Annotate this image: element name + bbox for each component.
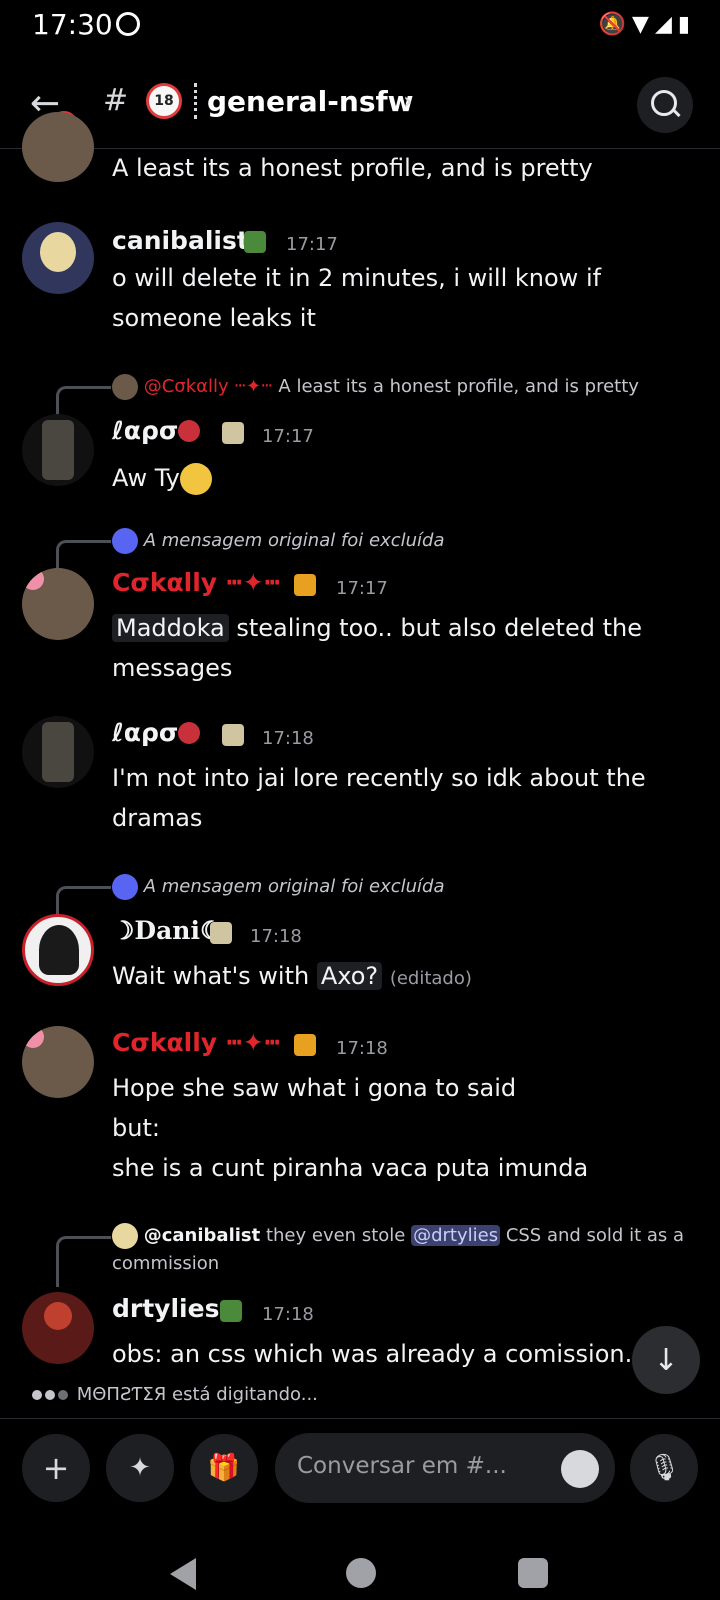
reply-connector (56, 886, 111, 917)
scroll-to-bottom-button[interactable]: ↓ (632, 1326, 700, 1394)
channel-hash-icon: # (103, 83, 129, 118)
avatar[interactable] (22, 568, 94, 640)
arrow-down-icon: ↓ (653, 1342, 679, 1378)
gift-button[interactable]: 🎁 (190, 1434, 258, 1502)
message-input-placeholder: Conversar em #... (297, 1453, 507, 1479)
reply-username: @Cσkαlly ⵈ✦ⵈ (143, 376, 273, 397)
divider (0, 1418, 720, 1419)
voice-message-button[interactable]: 🎙 (630, 1434, 698, 1502)
plus-icon: + (42, 1449, 70, 1487)
username[interactable]: Cσkαlly ⵈ✦ⵈ (112, 1028, 281, 1057)
avatar[interactable] (22, 1292, 94, 1364)
message-input[interactable]: Conversar em #... (275, 1433, 615, 1503)
apps-icon: ✦ (129, 1453, 151, 1483)
message-text: I'm not into jai lore recently so idk ab… (112, 764, 646, 792)
status-icons: 🔕▼◢▮ (598, 12, 696, 37)
apps-button[interactable]: ✦ (106, 1434, 174, 1502)
message-text: someone leaks it (112, 304, 316, 332)
timestamp: 17:18 (250, 926, 302, 947)
android-nav-bar (0, 1520, 720, 1600)
heart-emoji-icon (178, 722, 200, 744)
message-text: o will delete it in 2 minutes, i will kn… (112, 264, 602, 292)
avatar[interactable] (22, 914, 94, 986)
divider (194, 83, 200, 119)
avatar[interactable] (22, 222, 94, 294)
nav-back-icon[interactable] (170, 1558, 196, 1590)
cat-emoji-icon (222, 422, 244, 444)
status-time: 17:30 (32, 8, 113, 41)
avatar[interactable] (22, 1026, 94, 1098)
username[interactable]: ℓαρσ (112, 718, 178, 747)
inline-code: Maddoka (112, 614, 229, 642)
timestamp: 17:17 (286, 234, 338, 255)
channel-header: ← 3 # 18 general-nsfw › (0, 55, 720, 149)
username[interactable]: drtylies (112, 1294, 219, 1323)
gift-icon: 🎁 (207, 1453, 241, 1483)
status-bar: 17:30 🔕▼◢▮ (0, 0, 720, 50)
cat-emoji-icon (294, 574, 316, 596)
avatar[interactable] (22, 112, 94, 182)
cat-emoji-icon (210, 922, 232, 944)
nav-home-icon[interactable] (346, 1558, 376, 1588)
typing-indicator: MΘПƧƬΣЯ está digitando... (32, 1384, 318, 1405)
message-text: dramas (112, 804, 203, 832)
user-mention[interactable]: @drtylies (411, 1225, 501, 1246)
timestamp: 17:18 (262, 728, 314, 749)
chevron-right-icon[interactable]: › (403, 87, 413, 115)
emoji-picker-icon[interactable] (561, 1450, 599, 1488)
message-text: Wait what's with Axo? (editado) (112, 962, 472, 990)
reply-avatar (112, 374, 138, 400)
timestamp: 17:17 (262, 426, 314, 447)
reply-connector (56, 1236, 111, 1287)
microphone-icon: 🎙 (647, 1453, 681, 1483)
discord-icon (112, 874, 138, 900)
reply-preview[interactable]: @canibalist they even stole @drtylies CS… (112, 1222, 692, 1278)
inline-code: Axo? (316, 962, 383, 990)
reply-preview: A mensagem original foi excluída (112, 874, 445, 900)
avatar[interactable] (22, 414, 94, 486)
edited-label: (editado) (389, 968, 472, 989)
username[interactable]: ℓαρσ (112, 416, 178, 445)
timestamp: 17:18 (262, 1304, 314, 1325)
username[interactable]: canibalist (112, 226, 249, 255)
message-text: Hope she saw what i gona to said (112, 1074, 517, 1102)
reply-username: @canibalist (143, 1225, 261, 1246)
message-text: but: (112, 1114, 160, 1142)
teary-face-emoji-icon (179, 463, 212, 495)
cat-emoji-icon (294, 1034, 316, 1056)
avatar[interactable] (22, 716, 94, 788)
message-text: A least its a honest profile, and is pre… (112, 154, 593, 182)
username[interactable]: ☽Dani☾ (112, 916, 222, 945)
discord-icon (112, 528, 138, 554)
reply-connector (56, 540, 111, 571)
message-text: obs: an css which was already a comissio… (112, 1340, 640, 1368)
heart-emoji-icon (178, 420, 200, 442)
reply-preview: A mensagem original foi excluída (112, 528, 445, 554)
message-text: she is a cunt piranha vaca puta imunda (112, 1154, 589, 1182)
whatsapp-icon (116, 12, 140, 36)
frog-emoji-icon (220, 1300, 242, 1322)
reply-text: A least its a honest profile, and is pre… (278, 376, 639, 397)
timestamp: 17:18 (336, 1038, 388, 1059)
channel-name[interactable]: general-nsfw (207, 85, 414, 118)
username[interactable]: Cσkαlly ⵈ✦ⵈ (112, 568, 281, 597)
reply-avatar (112, 1223, 138, 1249)
age-restricted-icon: 18 (146, 83, 182, 119)
message-text: Aw Ty (112, 458, 212, 498)
timestamp: 17:17 (336, 578, 388, 599)
add-attachment-button[interactable]: + (22, 1434, 90, 1502)
message-text: Maddoka stealing too.. but also deleted … (112, 608, 642, 648)
search-button[interactable] (637, 77, 693, 133)
reply-connector (56, 386, 111, 417)
message-text: messages (112, 654, 233, 682)
reply-preview[interactable]: @Cσkαlly ⵈ✦ⵈ A least its a honest profil… (112, 374, 639, 400)
cat-emoji-icon (222, 724, 244, 746)
frog-emoji-icon (244, 231, 266, 253)
nav-recents-icon[interactable] (518, 1558, 548, 1588)
